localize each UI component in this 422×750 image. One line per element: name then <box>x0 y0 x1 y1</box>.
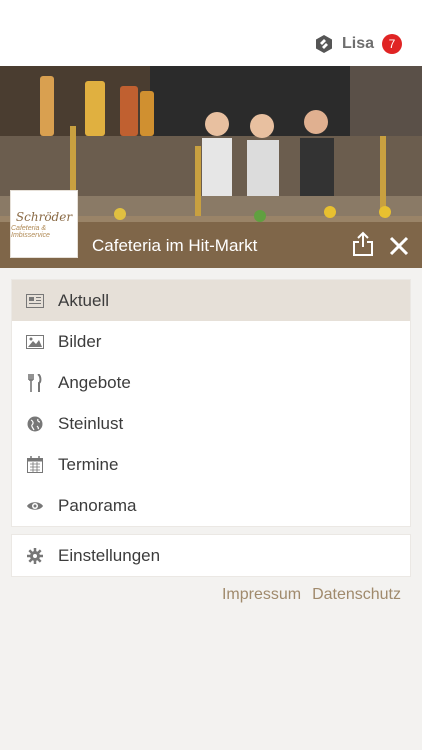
image-icon <box>26 333 44 351</box>
menu-item-einstellungen[interactable]: Einstellungen <box>12 535 410 576</box>
menu-item-termine[interactable]: Termine <box>12 444 410 485</box>
menu-item-panorama[interactable]: Panorama <box>12 485 410 526</box>
gear-icon <box>26 547 44 565</box>
newspaper-icon <box>26 292 44 310</box>
hexagon-logo-icon <box>315 35 332 53</box>
globe-icon <box>26 415 44 433</box>
footer-links: Impressum Datenschutz <box>211 586 401 604</box>
brand-logo: Schröder Cafeteria & Imbisservice <box>10 190 78 258</box>
brand-logo-name: Schröder <box>15 209 73 224</box>
calendar-icon <box>26 456 44 474</box>
cutlery-icon <box>26 373 44 392</box>
datenschutz-link[interactable]: Datenschutz <box>312 586 401 604</box>
settings-menu: Einstellungen <box>11 534 411 577</box>
menu-item-bilder[interactable]: Bilder <box>12 321 410 362</box>
menu-item-label: Angebote <box>58 372 131 392</box>
menu-item-label: Termine <box>58 454 119 474</box>
menu-item-steinlust[interactable]: Steinlust <box>12 403 410 444</box>
notification-badge[interactable]: 7 <box>382 34 402 54</box>
menu-item-aktuell[interactable]: Aktuell <box>12 280 410 321</box>
user-area[interactable]: Lisa 7 <box>314 32 402 56</box>
brand-logo-subtitle: Cafeteria & Imbisservice <box>11 224 50 239</box>
menu-item-label: Bilder <box>58 331 102 351</box>
top-bar: Lisa 7 <box>0 0 422 66</box>
menu-item-angebote[interactable]: Angebote <box>12 362 410 403</box>
menu-item-label: Einstellungen <box>58 545 161 565</box>
menu-item-label: Aktuell <box>58 290 110 310</box>
close-icon[interactable] <box>388 235 410 257</box>
page-title: Cafeteria im Hit-Markt <box>92 236 258 255</box>
main-menu: Aktuell Bilder Angebote Steinlust Termin… <box>11 279 411 527</box>
menu-item-label: Panorama <box>58 495 137 515</box>
share-icon[interactable] <box>352 231 374 257</box>
impressum-link[interactable]: Impressum <box>222 586 301 604</box>
user-name[interactable]: Lisa <box>342 35 374 53</box>
menu-item-label: Steinlust <box>58 413 124 433</box>
eye-icon <box>26 497 44 515</box>
